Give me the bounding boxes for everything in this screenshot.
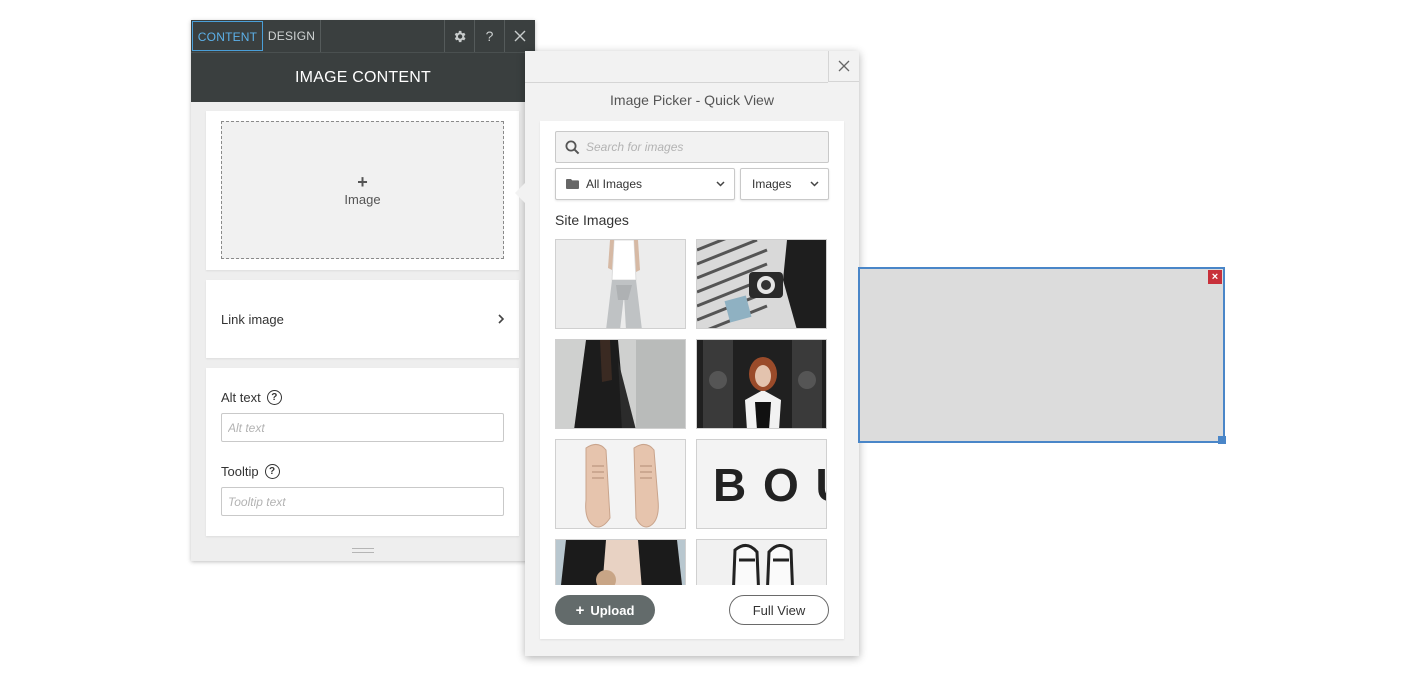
type-select[interactable]: Images [740,168,829,200]
panel-close-button[interactable] [504,20,535,52]
panel-resize-handle[interactable] [352,548,374,553]
beige-shoes-image [556,440,685,528]
close-icon [514,30,526,42]
upload-button[interactable]: + Upload [555,595,655,625]
image-thumbnail[interactable] [555,339,686,429]
close-icon [838,60,850,72]
picker-pointer [515,183,525,203]
link-image-row[interactable]: Link image [206,280,519,358]
site-images-heading: Site Images [555,212,629,228]
picker-close-button[interactable] [828,51,859,82]
panel-topbar: CONTENT DESIGN ? [191,20,535,52]
picker-title: Image Picker - Quick View [610,92,774,108]
image-thumbnail[interactable] [555,239,686,329]
help-button[interactable]: ? [474,20,504,52]
bou-letters-image: B O U [713,459,826,511]
plus-icon: + [575,601,585,619]
chevron-right-icon [498,314,505,324]
folder-icon [566,179,579,189]
link-image-label: Link image [221,312,284,327]
plus-icon: + [357,171,368,192]
leather-jacket-image [556,540,685,585]
tab-content[interactable]: CONTENT [192,21,263,51]
search-icon [565,140,580,155]
image-content-panel: CONTENT DESIGN ? IMAGE CONTENT + Image L… [191,20,535,561]
tooltip-label: Tooltip [221,464,259,479]
image-thumbnail[interactable] [696,239,827,329]
black-coat-image [556,340,685,428]
image-thumbnail[interactable] [696,339,827,429]
tab-design[interactable]: DESIGN [263,20,321,52]
selected-image-element[interactable]: × [858,267,1226,444]
full-view-button[interactable]: Full View [729,595,829,625]
chevron-down-icon [810,181,819,187]
alt-tooltip-card: Alt text ? Tooltip ? [206,368,519,536]
gear-icon [454,30,466,42]
fashion-photo-image [556,240,685,328]
settings-button[interactable] [444,20,474,52]
upload-button-label: Upload [590,602,635,618]
resize-handle[interactable] [1218,436,1226,444]
alt-text-label: Alt text [221,390,261,405]
image-search-box[interactable] [555,131,829,163]
image-placeholder-label: Image [344,191,381,207]
image-thumbnail[interactable] [555,539,686,585]
help-circle-icon[interactable]: ? [264,464,280,479]
image-search-input[interactable] [584,132,824,162]
loafers-image [697,540,826,585]
red-hair-woman-image [697,340,826,428]
chevron-down-icon [716,181,725,187]
image-thumbnail[interactable]: B O U [696,439,827,529]
delete-element-button[interactable]: × [1208,270,1222,284]
help-circle-icon[interactable]: ? [266,390,282,405]
thumbnail-grid[interactable]: B O U [555,239,829,585]
image-thumbnail[interactable] [696,539,827,585]
image-placeholder[interactable]: + Image [221,121,504,259]
picker-body: All Images Images Site Images [540,121,844,639]
folder-select[interactable]: All Images [555,168,735,200]
tooltip-label-row: Tooltip ? [221,464,280,479]
image-thumbnail[interactable] [555,439,686,529]
alt-text-label-row: Alt text ? [221,390,282,405]
folder-select-value: All Images [586,177,643,191]
flatlay-camera-image [697,240,826,328]
tooltip-input[interactable] [221,487,504,516]
image-picker-popup: Image Picker - Quick View All Images Ima… [515,51,859,656]
picker-divider [525,82,828,83]
type-select-value: Images [752,177,792,191]
image-card: + Image [206,111,519,270]
alt-text-input[interactable] [221,413,504,442]
panel-title: IMAGE CONTENT [191,52,535,102]
